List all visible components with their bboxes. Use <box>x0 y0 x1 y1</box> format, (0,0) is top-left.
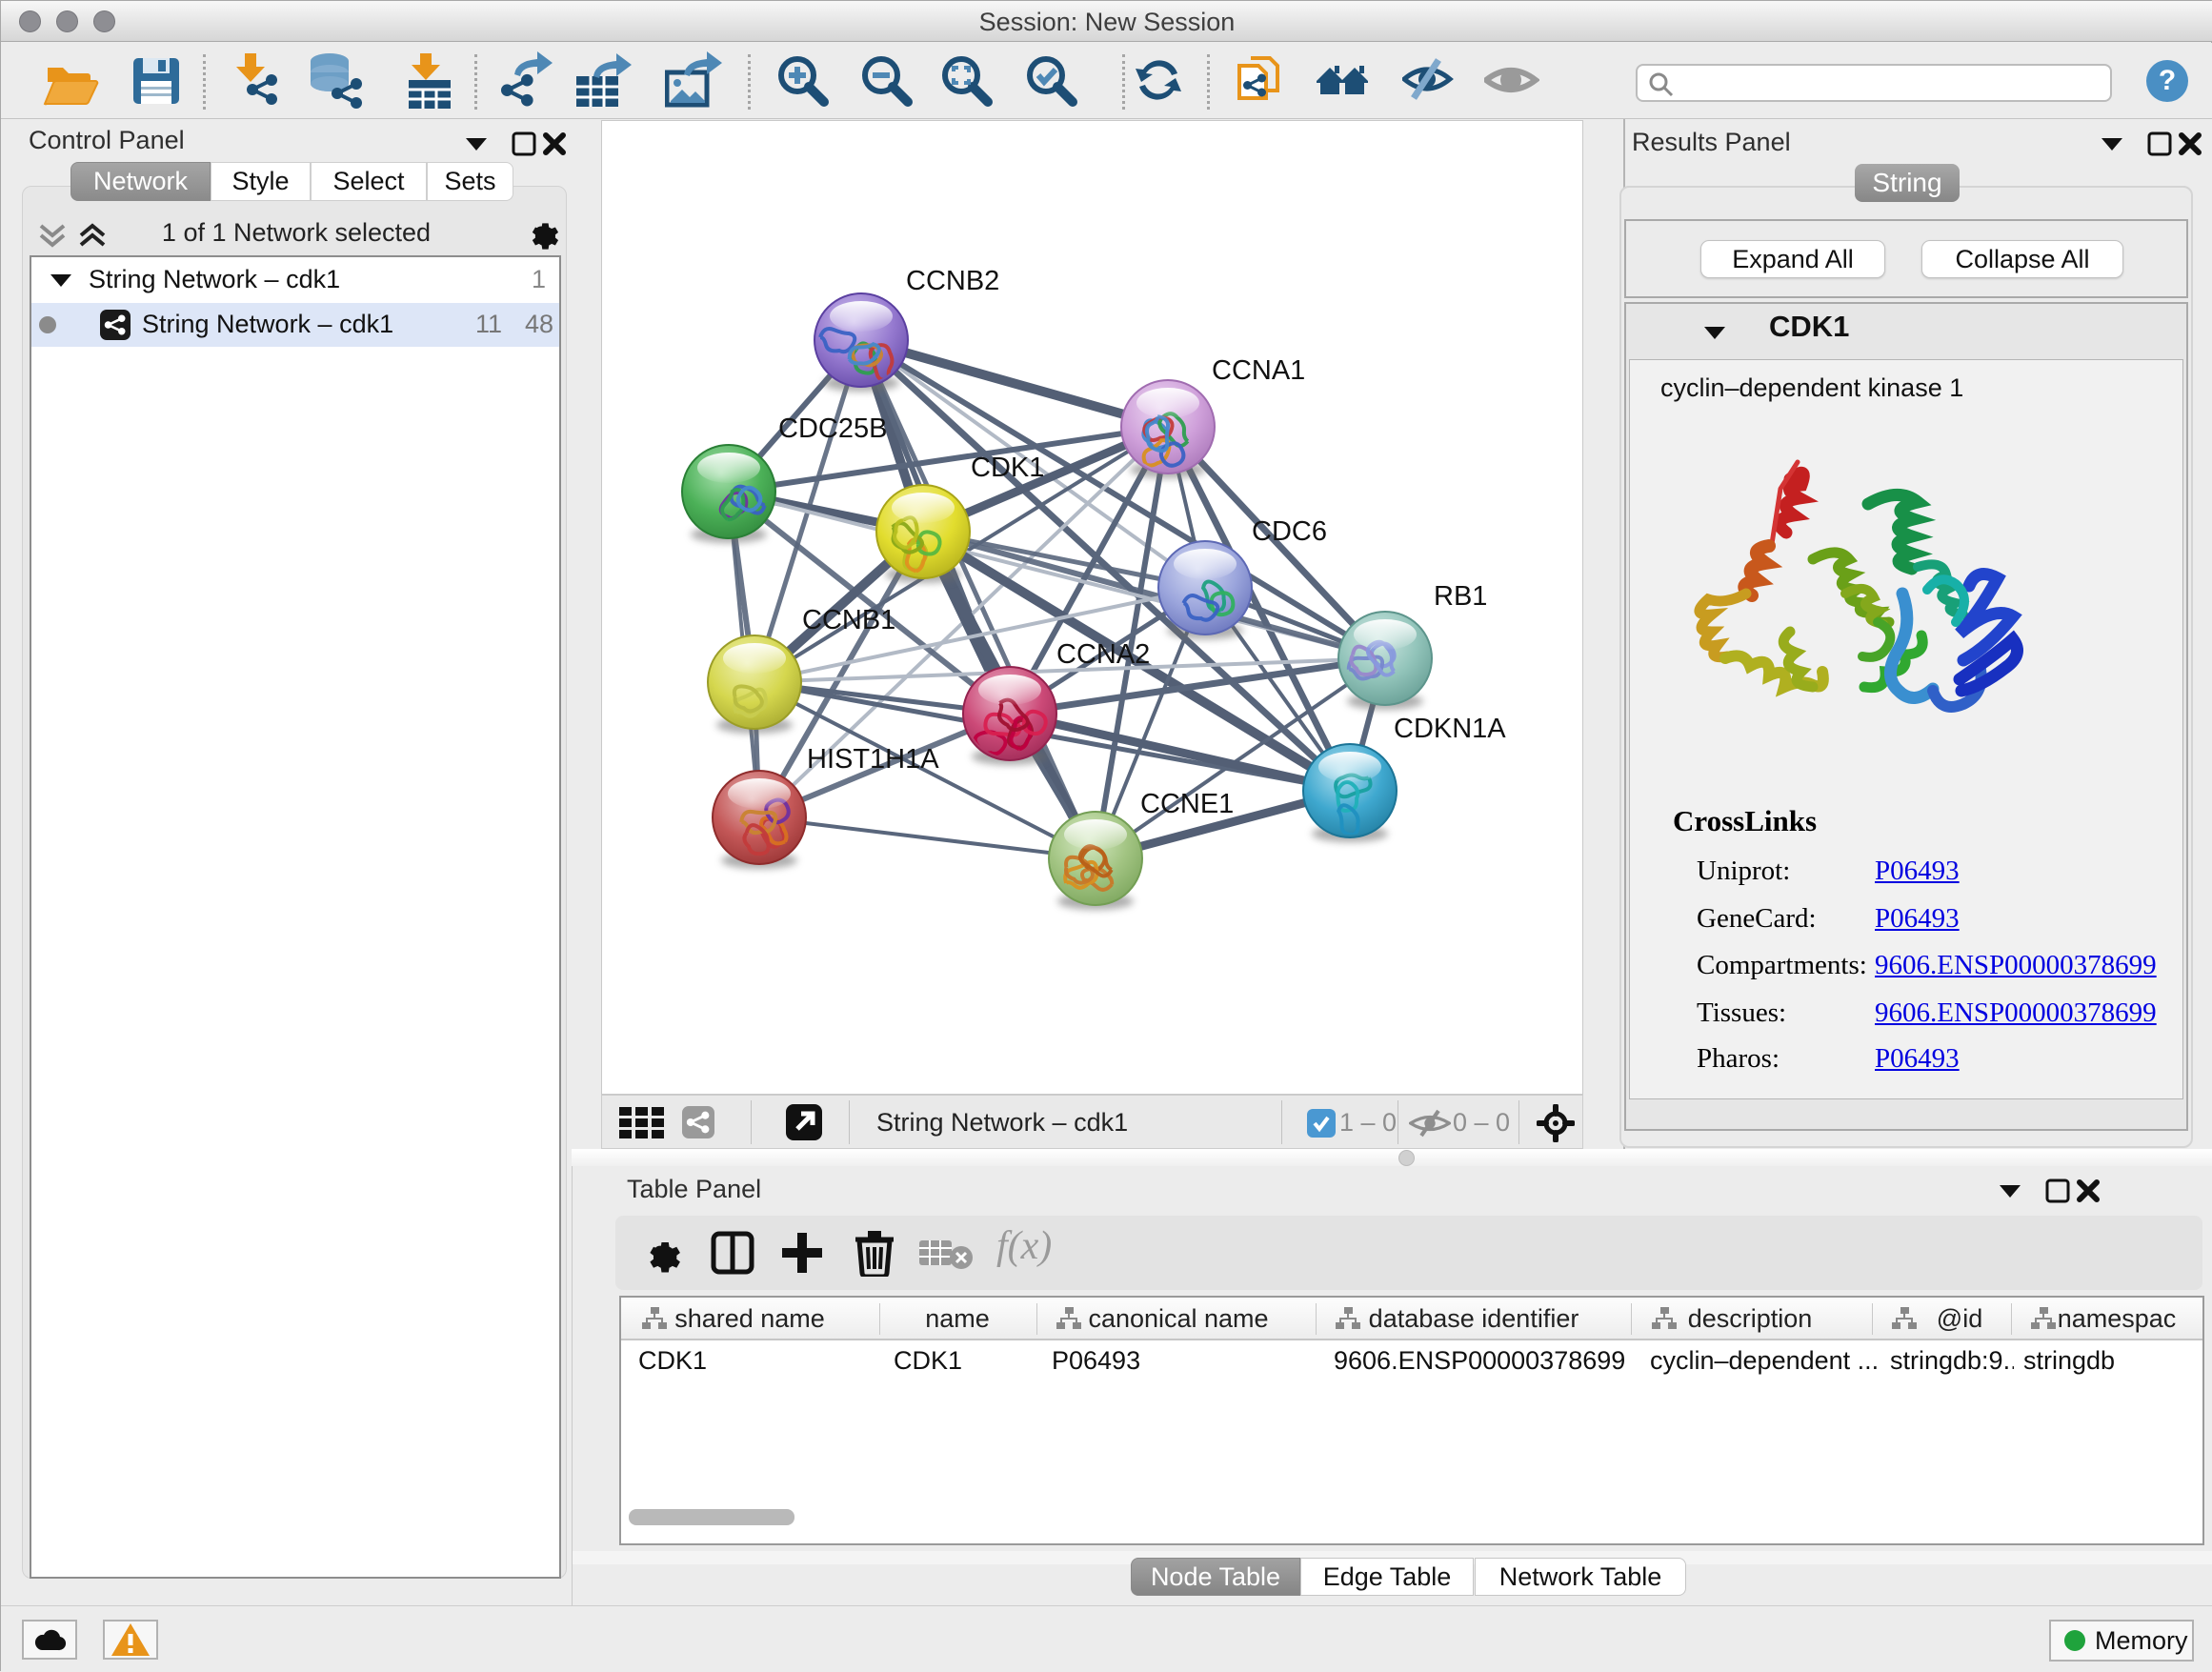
svg-text:CCNA2: CCNA2 <box>1056 639 1150 670</box>
svg-text:CDC25B: CDC25B <box>778 413 887 444</box>
svg-text:CCNE1: CCNE1 <box>1140 789 1234 819</box>
svg-text:HIST1H1A: HIST1H1A <box>807 744 939 775</box>
svg-text:CCNB2: CCNB2 <box>906 266 999 296</box>
svg-text:CCNB1: CCNB1 <box>802 605 895 635</box>
svg-text:CCNA1: CCNA1 <box>1212 355 1305 386</box>
svg-text:RB1: RB1 <box>1434 581 1487 612</box>
svg-text:CDK1: CDK1 <box>971 453 1044 483</box>
svg-text:CDC6: CDC6 <box>1252 516 1327 547</box>
svg-text:CDKN1A: CDKN1A <box>1394 714 1506 744</box>
